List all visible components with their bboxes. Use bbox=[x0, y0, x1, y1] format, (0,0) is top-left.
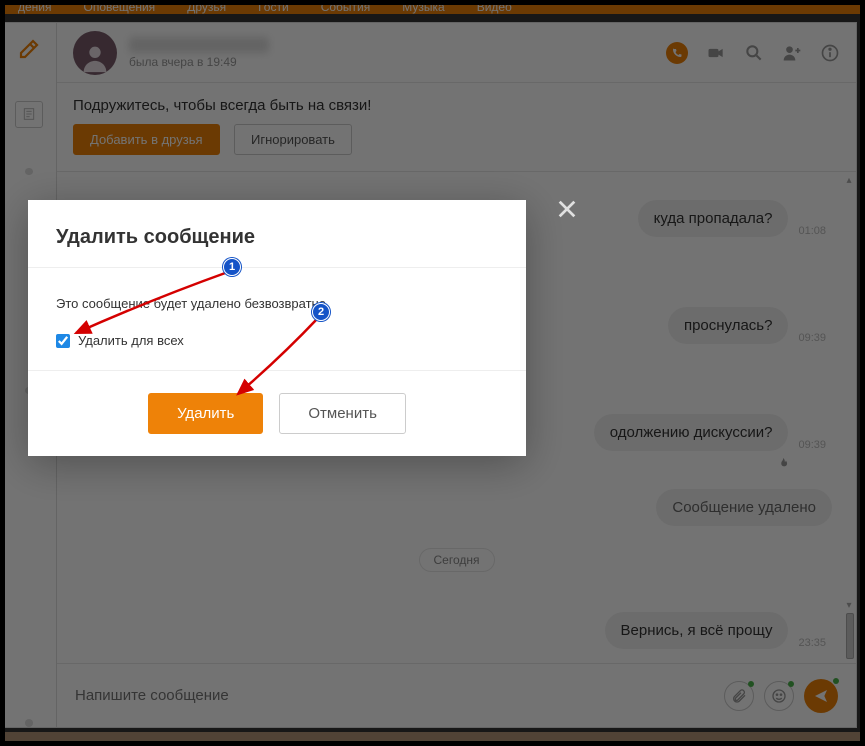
modal-title: Удалить сообщение bbox=[28, 200, 526, 268]
delete-message-modal: Удалить сообщение Это сообщение будет уд… bbox=[28, 200, 526, 456]
modal-body: Это сообщение будет удалено безвозвратно… bbox=[28, 268, 526, 371]
delete-for-all-checkbox[interactable] bbox=[56, 334, 70, 348]
modal-text: Это сообщение будет удалено безвозвратно… bbox=[56, 296, 498, 311]
delete-for-all-row[interactable]: Удалить для всех bbox=[56, 333, 498, 348]
confirm-delete-button[interactable]: Удалить bbox=[148, 393, 263, 434]
delete-for-all-label: Удалить для всех bbox=[78, 333, 184, 348]
modal-footer: Удалить Отменить bbox=[28, 371, 526, 456]
cancel-button[interactable]: Отменить bbox=[279, 393, 406, 434]
close-icon[interactable] bbox=[550, 192, 584, 226]
